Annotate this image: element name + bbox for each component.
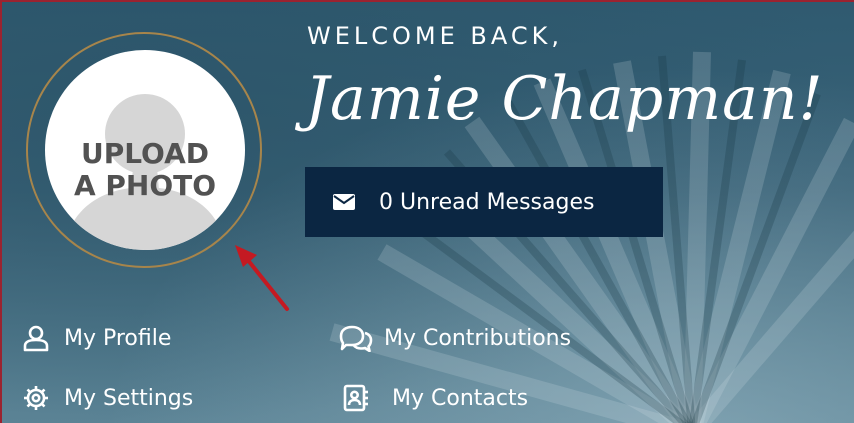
unread-messages-button[interactable]: 0 Unread Messages: [305, 167, 663, 237]
nav-my-profile-label: My Profile: [64, 325, 172, 351]
gear-icon: [24, 386, 48, 410]
nav-my-profile[interactable]: My Profile: [22, 324, 171, 352]
user-icon: [23, 325, 49, 352]
envelope-icon: [333, 194, 355, 210]
upload-line-1: UPLOAD: [80, 137, 210, 170]
nav-my-contacts-label: My Contacts: [392, 385, 529, 411]
unread-messages-label: 0 Unread Messages: [379, 189, 595, 215]
upload-photo-label: UPLOAD A PHOTO: [45, 138, 245, 202]
nav-my-settings[interactable]: My Settings: [22, 384, 193, 412]
nav-my-contributions-label: My Contributions: [384, 325, 572, 351]
chat-bubbles-icon: [339, 325, 373, 352]
user-name: Jamie Chapman!: [305, 64, 824, 134]
upload-photo-avatar[interactable]: UPLOAD A PHOTO: [45, 50, 245, 250]
nav-my-contacts[interactable]: My Contacts: [342, 384, 528, 412]
red-arrow-icon: [235, 245, 289, 311]
welcome-panel: UPLOAD A PHOTO WELCOME BACK, Jamie Chapm…: [0, 0, 854, 423]
upload-line-2: A PHOTO: [73, 169, 217, 202]
welcome-heading: WELCOME BACK,: [307, 22, 563, 50]
nav-my-settings-label: My Settings: [64, 385, 194, 411]
nav-my-contributions[interactable]: My Contributions: [338, 324, 571, 352]
address-book-icon: [343, 384, 368, 412]
